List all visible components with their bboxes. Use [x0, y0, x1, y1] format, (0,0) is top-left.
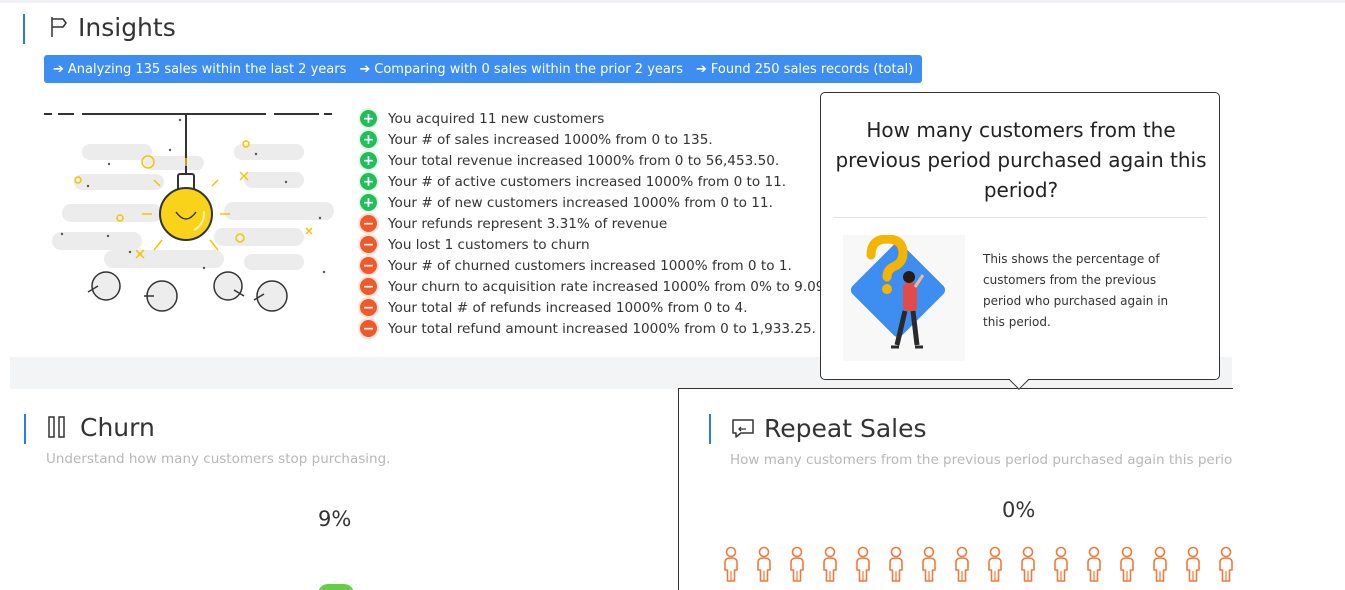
person-icon	[820, 545, 853, 585]
churn-header: Churn	[46, 410, 155, 444]
person-icon	[853, 545, 886, 585]
insight-text: Your refunds represent 3.31% of revenue	[388, 215, 668, 232]
minus-circle-icon: −	[360, 257, 377, 274]
help-popover: How many customers from the previous per…	[820, 92, 1220, 390]
summary-bar: ➔ Analyzing 135 sales within the last 2 y…	[44, 55, 923, 83]
insight-text: Your total revenue increased 1000% from …	[388, 152, 780, 169]
minus-circle-icon: −	[360, 215, 377, 232]
repeat-sales-header: Repeat Sales	[730, 411, 927, 445]
insight-text: Your # of sales increased 1000% from 0 t…	[388, 131, 713, 148]
arrow-right-icon: ➔	[695, 61, 707, 77]
insights-header: Insights	[44, 10, 176, 44]
people-icon-row	[721, 545, 1236, 585]
insight-item: − Your total refund amount increased 1000…	[360, 318, 830, 339]
summary-chip-comparing: ➔ Comparing with 0 sales within the prior…	[359, 62, 683, 77]
churn-title: Churn	[80, 412, 155, 442]
person-icon	[721, 545, 754, 585]
insight-item: − Your churn to acquisition rate increase…	[360, 276, 842, 297]
churn-gauge	[318, 584, 354, 590]
insight-item: − You lost 1 customers to churn	[360, 234, 830, 255]
minus-circle-icon: −	[360, 278, 377, 295]
churn-value: 9%	[318, 507, 352, 531]
insight-item: + Your # of sales increased 1000% from 0 …	[360, 129, 830, 150]
summary-chip-found: ➔ Found 250 sales records (total)	[696, 62, 913, 77]
insight-text: Your total refund amount increased 1000%…	[388, 320, 816, 337]
top-edge	[0, 0, 1345, 3]
summary-text: Found 250 sales records (total)	[710, 61, 914, 77]
plus-circle-icon: +	[360, 194, 377, 211]
minus-circle-icon: −	[360, 320, 377, 337]
popover-body: This shows the percentage of customers f…	[983, 252, 1169, 329]
popover-title: How many customers from the previous per…	[835, 118, 1207, 202]
plus-circle-icon: +	[360, 173, 377, 190]
insight-item: − Your refunds represent 3.31% of revenue	[360, 213, 830, 234]
insight-item: − Your # of churned customers increased 1…	[360, 255, 830, 276]
insight-item: − Your total # of refunds increased 1000%…	[360, 297, 830, 318]
insight-item: + Your # of new customers increased 1000%…	[360, 192, 830, 213]
person-icon	[1018, 545, 1051, 585]
person-icon	[919, 545, 952, 585]
churn-subtitle: Understand how many customers stop purch…	[46, 451, 391, 467]
lightbulb-illustration	[44, 100, 344, 320]
insight-text: Your # of churned customers increased 10…	[388, 257, 792, 274]
repeat-sales-value: 0%	[1002, 498, 1036, 522]
insight-item: + Your # of active customers increased 10…	[360, 171, 830, 192]
insight-text: Your total # of refunds increased 1000% …	[388, 299, 748, 316]
person-icon	[1183, 545, 1216, 585]
insights-accent-bar	[23, 14, 25, 44]
insight-item: + You acquired 11 new customers	[360, 108, 830, 129]
summary-text: Analyzing 135 sales within the last 2 ye…	[67, 61, 347, 77]
person-icon	[886, 545, 919, 585]
insight-text: Your # of new customers increased 1000% …	[388, 194, 773, 211]
summary-text: Comparing with 0 sales within the prior …	[374, 61, 683, 77]
plus-circle-icon: +	[360, 131, 377, 148]
arrow-right-icon: ➔	[53, 61, 64, 77]
insight-text: You lost 1 customers to churn	[388, 236, 590, 253]
minus-circle-icon: −	[360, 299, 377, 316]
pause-columns-icon	[46, 415, 68, 439]
person-icon	[1117, 545, 1150, 585]
insights-title: Insights	[78, 12, 176, 42]
person-icon	[1051, 545, 1084, 585]
repeat-sales-title: Repeat Sales	[764, 413, 927, 443]
insight-text: You acquired 11 new customers	[388, 110, 605, 127]
repeat-sales-subtitle: How many customers from the previous per…	[730, 452, 1233, 468]
person-icon	[1084, 545, 1117, 585]
arrow-right-icon: ➔	[359, 61, 371, 77]
person-icon	[1150, 545, 1183, 585]
person-icon	[754, 545, 787, 585]
repeat-message-icon	[730, 416, 756, 440]
question-person-illustration	[843, 234, 965, 361]
signpost-icon	[44, 15, 68, 39]
plus-circle-icon: +	[360, 152, 377, 169]
insight-text: Your # of active customers increased 100…	[388, 173, 787, 190]
person-icon	[787, 545, 820, 585]
person-icon	[952, 545, 985, 585]
person-icon	[985, 545, 1018, 585]
repeat-sales-accent-bar	[709, 414, 711, 444]
insight-text: Your churn to acquisition rate increased…	[388, 278, 842, 295]
minus-circle-icon: −	[360, 236, 377, 253]
insight-item: + Your total revenue increased 1000% from…	[360, 150, 830, 171]
person-icon	[1216, 545, 1236, 585]
churn-accent-bar	[24, 414, 26, 444]
summary-chip-analyzing: ➔ Analyzing 135 sales within the last 2 y…	[53, 62, 346, 77]
popover-divider	[833, 217, 1207, 218]
insight-list: + You acquired 11 new customers + Your # of…	[360, 108, 842, 339]
plus-circle-icon: +	[360, 110, 377, 127]
